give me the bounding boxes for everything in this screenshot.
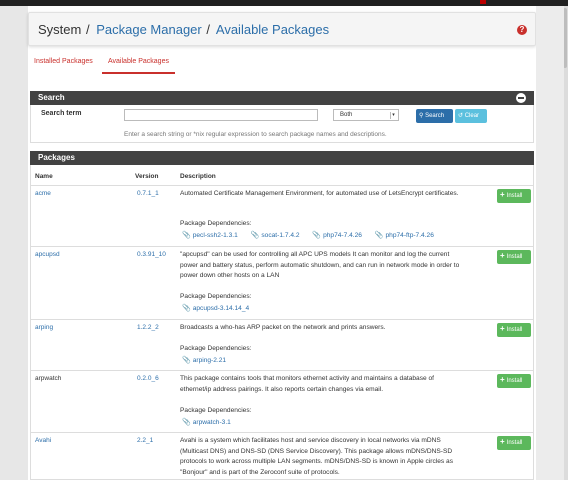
- package-version-link[interactable]: 0.3.91_10: [137, 251, 166, 258]
- dependency-link[interactable]: 📎 php74-ftp-7.4.26: [375, 232, 434, 239]
- dependency-list: 📎 apcupsd-3.14.14_4: [182, 304, 260, 312]
- breadcrumb-package-manager[interactable]: Package Manager: [96, 22, 202, 37]
- search-term-label: Search term: [41, 110, 82, 117]
- package-version-link[interactable]: 0.2.0_6: [137, 375, 159, 382]
- dependency-link[interactable]: 📎 pecl-ssh2-1.3.1: [182, 232, 238, 239]
- dependency-link[interactable]: 📎 php74-7.4.26: [312, 232, 362, 239]
- column-header-name: Name: [35, 173, 53, 180]
- search-scope-value: Both: [340, 112, 353, 118]
- search-scope-select[interactable]: Both ▾: [333, 109, 399, 121]
- dependency-list: 📎 arpwatch-3.1: [182, 418, 242, 426]
- package-version-link[interactable]: 2.2_1: [137, 437, 153, 444]
- dependency-link[interactable]: 📎 arping-2.21: [182, 357, 226, 364]
- dependencies-label: Package Dependencies:: [180, 407, 252, 414]
- package-name-link[interactable]: arping: [35, 324, 53, 331]
- paperclip-icon: 📎: [374, 232, 384, 239]
- help-icon[interactable]: ?: [517, 25, 527, 35]
- search-panel-header: Search: [30, 91, 534, 105]
- tab-available-packages[interactable]: Available Packages: [102, 56, 175, 74]
- dependency-link[interactable]: 📎 arpwatch-3.1: [182, 419, 231, 426]
- search-button[interactable]: ⚲ Search: [416, 109, 453, 123]
- package-description: Automated Certificate Management Environ…: [180, 190, 459, 197]
- undo-icon: ↺: [458, 113, 464, 119]
- plus-icon: +: [500, 324, 505, 333]
- dependencies-label: Package Dependencies:: [180, 345, 252, 352]
- breadcrumb-separator: /: [206, 22, 210, 37]
- plus-icon: +: [500, 251, 505, 260]
- dependencies-label: Package Dependencies:: [180, 220, 252, 227]
- table-row: arpwatch 0.2.0_6 This package contains t…: [31, 371, 533, 432]
- chevron-down-icon: ▾: [390, 112, 396, 119]
- search-panel: Search term Both ▾ ⚲ Search ↺ Clear Ente…: [30, 105, 534, 143]
- table-row: apcupsd 0.3.91_10 "apcupsd" can be used …: [31, 247, 533, 319]
- page-header: System / Package Manager / Available Pac…: [28, 12, 536, 46]
- search-icon: ⚲: [419, 113, 424, 119]
- navbar-accent: [480, 0, 486, 4]
- dependency-list: 📎 pecl-ssh2-1.3.1 📎 socat-1.7.4.2 📎 php74-7…: [182, 231, 445, 239]
- dependency-list: 📎 arping-2.21: [182, 356, 237, 364]
- breadcrumb-separator: /: [85, 22, 90, 37]
- search-button-label: Search: [425, 113, 445, 119]
- packages-table: Name Version Description acme 0.7.1_1 Au…: [30, 165, 534, 480]
- tab-installed-packages[interactable]: Installed Packages: [34, 56, 93, 74]
- install-button[interactable]: + Install: [497, 323, 531, 337]
- search-hint: Enter a search string or *nix regular ex…: [124, 131, 387, 138]
- package-description: Avahi is a system which facilitates host…: [180, 437, 454, 476]
- install-button[interactable]: + Install: [497, 189, 531, 203]
- clear-button-label: Clear: [464, 113, 480, 119]
- clear-button[interactable]: ↺ Clear: [455, 109, 487, 123]
- paperclip-icon: 📎: [182, 232, 191, 239]
- dependencies-label: Package Dependencies:: [180, 293, 252, 300]
- package-description: Broadcasts a who-has ARP packet on the n…: [180, 324, 386, 331]
- package-name-link[interactable]: acme: [35, 190, 51, 197]
- package-name-link[interactable]: Avahi: [35, 437, 51, 444]
- table-row: acme 0.7.1_1 Automated Certificate Manag…: [31, 186, 533, 246]
- collapse-icon[interactable]: [516, 93, 526, 103]
- paperclip-icon: 📎: [182, 419, 191, 426]
- breadcrumb-system: System: [38, 22, 82, 37]
- install-button[interactable]: + Install: [497, 436, 531, 450]
- packages-panel-title: Packages: [38, 153, 75, 162]
- breadcrumb: System / Package Manager / Available Pac…: [38, 22, 329, 37]
- dependency-link[interactable]: 📎 socat-1.7.4.2: [251, 232, 300, 239]
- package-name: arpwatch: [35, 375, 62, 382]
- search-panel-title: Search: [38, 93, 65, 102]
- paperclip-icon: 📎: [182, 305, 191, 312]
- package-description: This package contains tools that monitor…: [180, 375, 435, 393]
- content-area: System / Package Manager / Available Pac…: [28, 6, 564, 480]
- dependency-link[interactable]: 📎 apcupsd-3.14.14_4: [182, 305, 249, 312]
- paperclip-icon: 📎: [182, 357, 191, 364]
- package-version-link[interactable]: 1.2.2_2: [137, 324, 159, 331]
- install-button[interactable]: + Install: [497, 374, 531, 388]
- package-version-link[interactable]: 0.7.1_1: [137, 190, 159, 197]
- package-name-link[interactable]: apcupsd: [35, 251, 60, 258]
- table-row: Avahi 2.2_1 Avahi is a system which faci…: [31, 433, 533, 479]
- column-header-description: Description: [180, 173, 216, 180]
- search-input[interactable]: [124, 109, 318, 121]
- packages-panel-header: Packages: [30, 151, 534, 165]
- paperclip-icon: 📎: [312, 232, 322, 239]
- plus-icon: +: [500, 190, 505, 199]
- package-description: "apcupsd" can be used for controlling al…: [180, 251, 460, 279]
- breadcrumb-available-packages[interactable]: Available Packages: [216, 22, 329, 37]
- column-header-version: Version: [135, 173, 159, 180]
- install-button[interactable]: + Install: [497, 250, 531, 264]
- table-row: arping 1.2.2_2 Broadcasts a who-has ARP …: [31, 320, 533, 370]
- package-tabs: Installed Packages Available Packages: [28, 56, 536, 80]
- plus-icon: +: [500, 375, 505, 384]
- plus-icon: +: [500, 437, 505, 446]
- paperclip-icon: 📎: [250, 232, 260, 239]
